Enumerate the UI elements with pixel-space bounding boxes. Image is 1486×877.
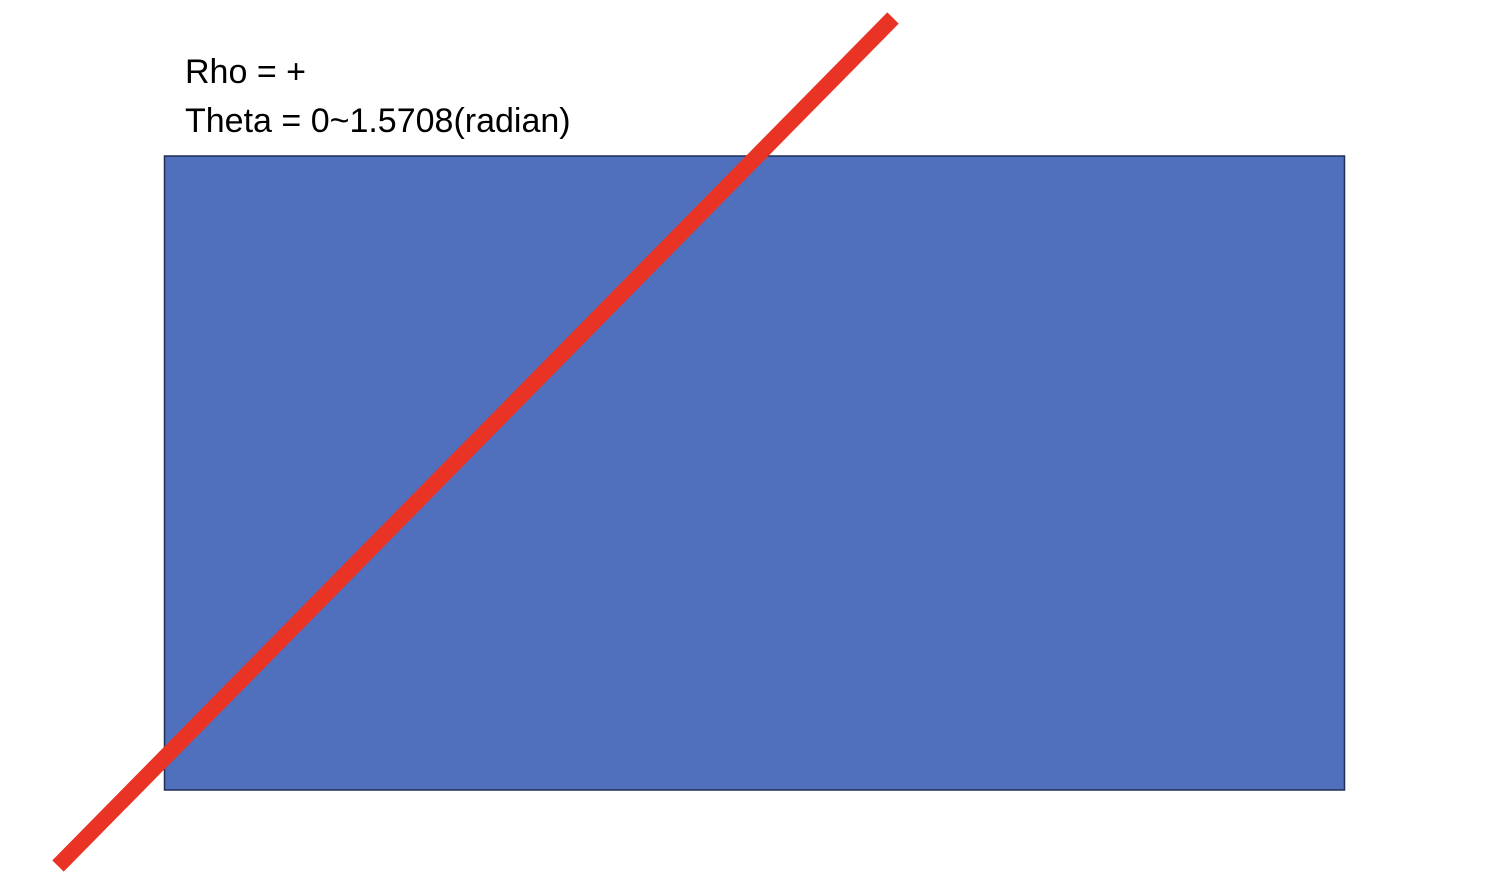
theta-label: Theta = 0~1.5708(radian): [185, 102, 571, 140]
diagram-canvas: Rho = + Theta = 0~1.5708(radian): [0, 0, 1486, 872]
blue-rectangle: [163, 155, 1346, 791]
rho-label: Rho = +: [185, 53, 306, 91]
